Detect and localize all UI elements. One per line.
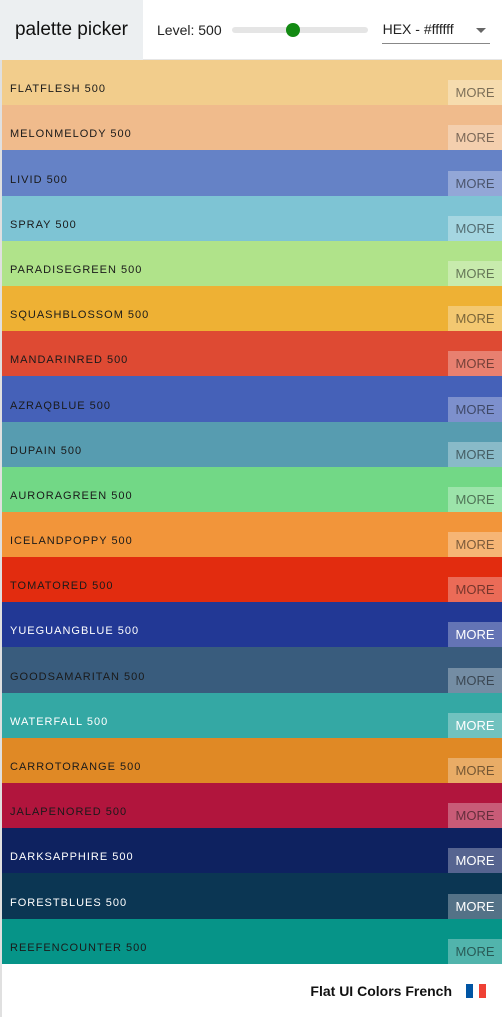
more-button[interactable]: MORE [448,532,502,558]
color-box[interactable]: REEFENCOUNTER 500 MORE [2,918,502,964]
color-name: CARROTORANGE 500 [10,761,142,773]
color-box[interactable]: FLATFLESH 500 MORE [2,60,502,106]
flag-stripe [472,983,480,998]
color-name: TOMATORED 500 [10,580,114,593]
color-box[interactable]: PARADISEGREEN 500 MORE [2,240,502,286]
more-button[interactable]: MORE [448,170,502,196]
footer: Flat UI Colors French [0,964,502,1017]
more-button[interactable]: MORE [448,260,502,286]
color-name: JALAPENORED 500 [10,806,128,819]
color-box[interactable]: DUPAIN 500 MORE [2,421,502,467]
more-button[interactable]: MORE [448,622,502,648]
color-name: FORESTBLUES 500 [10,896,128,909]
color-box[interactable]: SQUASHBLOSSOM 500 MORE [2,285,502,332]
france-flag-icon [466,983,487,998]
color-box[interactable]: SPRAY 500 MORE [2,195,502,241]
more-button[interactable]: MORE [448,938,502,964]
more-button[interactable]: MORE [448,306,502,332]
color-box[interactable]: JALAPENORED 500 MORE [2,783,502,829]
more-button[interactable]: MORE [448,803,502,829]
format-select[interactable]: HEX - #ffffff [381,16,490,44]
color-box[interactable]: DARKSAPPHIRE 500 MORE [2,828,502,874]
more-button[interactable]: MORE [448,351,502,377]
more-button[interactable]: MORE [448,215,502,241]
color-name: AZRAQBLUE 500 [10,399,112,412]
more-button[interactable]: MORE [448,577,502,603]
more-button[interactable]: MORE [448,80,502,106]
color-box[interactable]: FORESTBLUES 500 MORE [2,873,502,919]
color-name: LIVID 500 [10,173,68,186]
color-box[interactable]: MELONMELODY 500 MORE [2,105,502,151]
flag-stripe [466,983,473,998]
more-button[interactable]: MORE [448,893,502,919]
color-name: SPRAY 500 [10,218,77,231]
more-button[interactable]: MORE [448,396,502,422]
more-button[interactable]: MORE [448,848,502,874]
color-box[interactable]: AURORAGREEN 500 MORE [2,466,502,512]
color-name: REEFENCOUNTER 500 [10,941,148,954]
level-label: Level: 500 [157,21,222,38]
more-button[interactable]: MORE [448,441,502,467]
palette: FLATFLESH 500 MORE MELONMELODY 500 MORE LIVI… [2,60,502,964]
color-name: DARKSAPPHIRE 500 [10,851,134,864]
color-box[interactable]: ICELANDPOPPY 500 MORE [2,511,502,558]
color-name: ICELANDPOPPY 500 [10,535,133,548]
logo[interactable]: palette picker [0,0,143,60]
color-box[interactable]: CARROTORANGE 500 MORE [2,737,502,783]
color-box[interactable]: MANDARINRED 500 MORE [2,331,502,377]
color-name: MANDARINRED 500 [10,354,129,367]
more-button[interactable]: MORE [448,667,502,693]
slider-handle[interactable] [285,22,300,37]
color-name: WATERFALL 500 [10,715,109,728]
color-name: YUEGUANGBLUE 500 [10,625,140,638]
color-name: GOODSAMARITAN 500 [10,670,146,683]
navbar: palette picker Level: 500 HEX - #ffffff [0,0,502,60]
color-name: DUPAIN 500 [10,444,83,457]
more-button[interactable]: MORE [448,758,502,783]
color-box[interactable]: GOODSAMARITAN 500 MORE [2,647,502,693]
color-box[interactable]: TOMATORED 500 MORE [2,557,502,603]
format-select-value: HEX - #ffffff [382,21,454,37]
level-slider-container: Level: 500 [157,22,382,38]
color-name: SQUASHBLOSSOM 500 [10,309,150,322]
color-box[interactable]: YUEGUANGBLUE 500 MORE [2,602,502,648]
more-button[interactable]: MORE [448,486,502,512]
color-box[interactable]: AZRAQBLUE 500 MORE [2,376,502,422]
flag-stripe [479,983,487,998]
more-button[interactable]: MORE [448,712,502,738]
more-button[interactable]: MORE [448,125,502,151]
color-box[interactable]: LIVID 500 MORE [2,150,502,196]
palette-name: Flat UI Colors French [310,982,452,999]
color-name: PARADISEGREEN 500 [10,263,143,276]
color-box[interactable]: WATERFALL 500 MORE [2,692,502,738]
caret-down-icon [475,27,486,33]
color-name: FLATFLESH 500 [10,83,106,96]
color-name: AURORAGREEN 500 [10,489,133,502]
level-slider[interactable] [231,22,368,37]
color-name: MELONMELODY 500 [10,128,132,141]
